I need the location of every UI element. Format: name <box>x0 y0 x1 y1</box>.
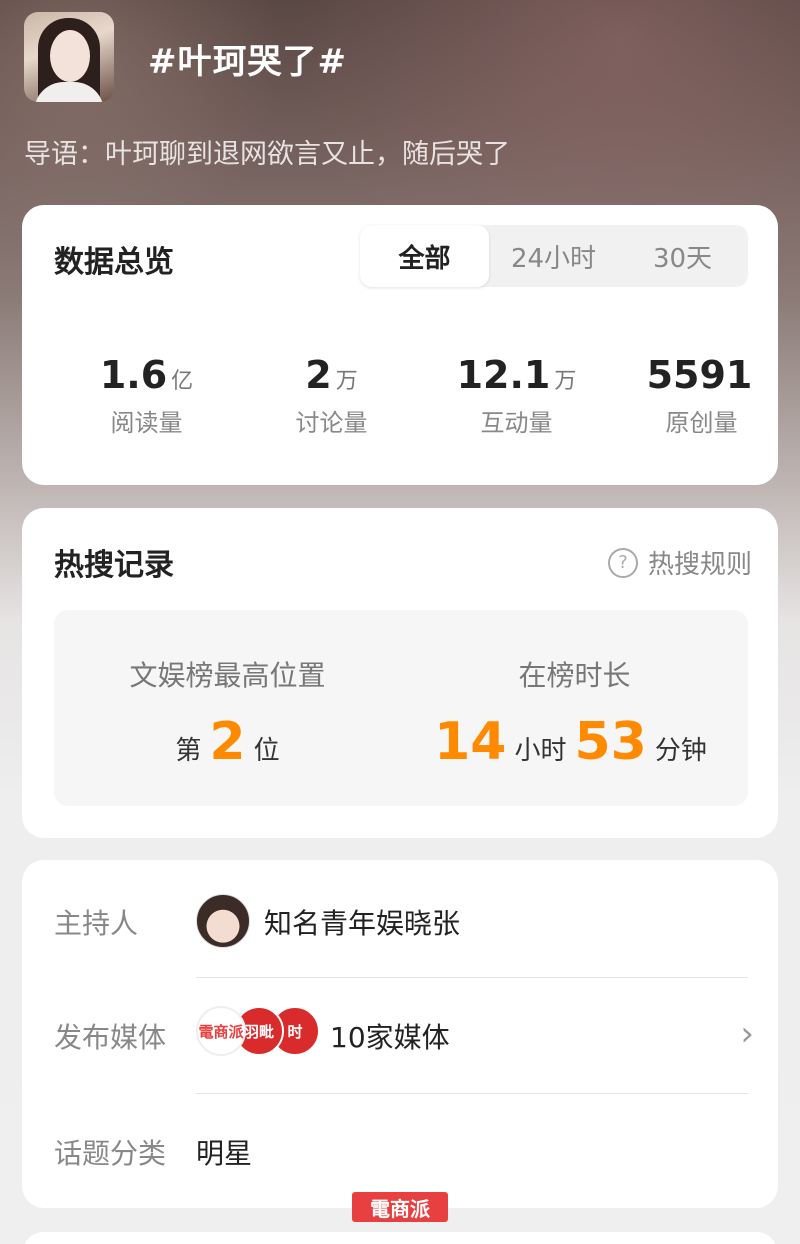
stat-originals: 5591 原创量 <box>609 353 794 438</box>
minutes-unit: 分钟 <box>654 736 707 766</box>
topic-title: #叶珂哭了# <box>148 42 347 82</box>
stat-value: 12.1 <box>456 353 551 397</box>
topic-intro: 导语：叶珂聊到退网欲言又止，随后哭了 <box>24 139 510 170</box>
rules-label: 热搜规则 <box>647 550 752 580</box>
divider <box>196 1093 748 1094</box>
host-label: 主持人 <box>54 907 139 940</box>
next-card-edge <box>22 1232 778 1244</box>
topic-info-card: 主持人 知名青年娱晓张 发布媒体 電商派 羽毗 时 10家媒体 › 话题分类 明… <box>22 860 778 1208</box>
stat-unit: 亿 <box>171 369 194 394</box>
hot-search-summary: 文娱榜最高位置 第 2 位 在榜时长 14 小时 53 分钟 <box>54 610 748 806</box>
peak-label: 文娱榜最高位置 <box>129 659 326 692</box>
stat-interactions: 12.1 万 互动量 <box>424 353 609 438</box>
duration-hours: 14 <box>434 712 507 772</box>
hot-search-card: 热搜记录 ? 热搜规则 文娱榜最高位置 第 2 位 在榜时长 14 小时 53 … <box>22 508 778 838</box>
topic-avatar[interactable] <box>24 12 114 102</box>
peak-suffix: 位 <box>253 736 280 766</box>
overview-title: 数据总览 <box>54 245 174 280</box>
stat-label: 讨论量 <box>295 409 368 437</box>
media-label: 发布媒体 <box>54 1021 167 1054</box>
stat-reads: 1.6 亿 阅读量 <box>54 353 239 438</box>
peak-prefix: 第 <box>175 736 202 766</box>
category-value[interactable]: 明星 <box>196 1132 252 1172</box>
tab-all[interactable]: 全部 <box>360 225 489 287</box>
tab-24h[interactable]: 24小时 <box>489 225 618 287</box>
host-avatar[interactable] <box>196 894 250 948</box>
media-count: 10家媒体 <box>330 1021 450 1054</box>
chevron-right-icon[interactable]: › <box>740 1014 754 1054</box>
category-label: 话题分类 <box>54 1137 167 1170</box>
hot-search-title: 热搜记录 <box>54 548 174 583</box>
watermark-logo: 電商派 <box>352 1192 448 1222</box>
tab-30d[interactable]: 30天 <box>618 225 747 287</box>
stat-label: 互动量 <box>480 409 553 437</box>
stat-value: 1.6 <box>99 353 168 397</box>
duration-minutes: 53 <box>574 712 647 772</box>
stat-label: 阅读量 <box>110 409 183 437</box>
time-range-tabs: 全部 24小时 30天 <box>360 225 748 287</box>
host-name[interactable]: 知名青年娱晓张 <box>264 902 460 942</box>
peak-value: 2 <box>209 712 246 772</box>
stat-value: 5591 <box>646 353 753 397</box>
topic-header: #叶珂哭了# <box>24 12 784 112</box>
stats-row: 1.6 亿 阅读量 2万 讨论量 12.1 万 互动量 5591 原创量 <box>54 353 794 438</box>
time-on-list: 在榜时长 14 小时 53 分钟 <box>401 654 748 772</box>
stat-unit: 万 <box>335 369 358 394</box>
stat-discussions: 2万 讨论量 <box>239 353 424 438</box>
data-overview-card: 数据总览 全部 24小时 30天 1.6 亿 阅读量 2万 讨论量 12.1 万 互… <box>22 205 778 485</box>
divider <box>196 977 748 978</box>
media-logo-icon: 電商派 <box>196 1006 246 1056</box>
media-avatars: 電商派 羽毗 时 <box>196 1006 326 1058</box>
stat-label: 原创量 <box>665 409 738 437</box>
duration-label: 在榜时长 <box>518 659 631 692</box>
hours-unit: 小时 <box>514 736 567 766</box>
hot-search-rules-link[interactable]: ? 热搜规则 <box>607 544 752 581</box>
stat-value: 2 <box>305 353 332 397</box>
stat-unit: 万 <box>554 369 577 394</box>
help-icon: ? <box>607 547 638 578</box>
peak-position: 文娱榜最高位置 第 2 位 <box>54 654 401 772</box>
